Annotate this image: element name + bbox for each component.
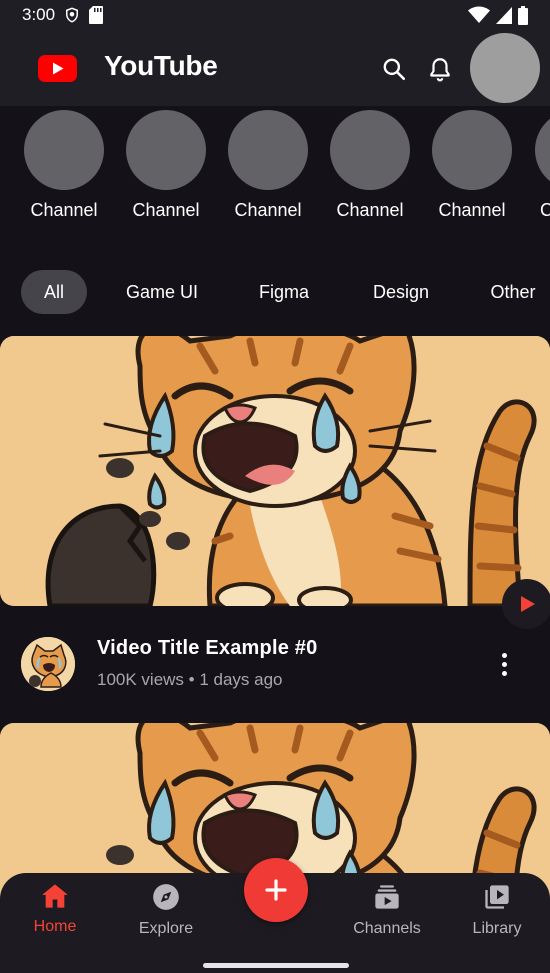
channel-label: Channel bbox=[30, 200, 98, 220]
youtube-logo-icon bbox=[38, 55, 77, 82]
video-title[interactable]: Video Title Example #0 bbox=[97, 637, 317, 660]
channel-avatar-placeholder bbox=[126, 110, 206, 190]
nav-library-label: Library bbox=[472, 920, 522, 937]
plus-icon bbox=[265, 879, 287, 901]
channel-avatar-placeholder bbox=[24, 110, 104, 190]
cellular-signal-icon bbox=[496, 7, 512, 24]
status-right bbox=[468, 5, 528, 25]
nav-explore[interactable]: Explore bbox=[121, 883, 211, 938]
channel-label: Channel bbox=[438, 200, 506, 220]
more-dot bbox=[501, 661, 507, 667]
chip-game-ui[interactable]: Game UI bbox=[113, 270, 211, 314]
search-button[interactable] bbox=[378, 53, 410, 85]
compass-icon bbox=[153, 884, 179, 910]
status-time: 3:00 bbox=[22, 5, 56, 24]
chip-other[interactable]: Other bbox=[478, 270, 548, 314]
create-button[interactable] bbox=[244, 858, 308, 922]
channel-item[interactable]: Channel bbox=[23, 110, 105, 221]
channel-label: Channel bbox=[132, 200, 200, 220]
nav-home-label: Home bbox=[33, 918, 77, 935]
channel-label: Channel bbox=[336, 200, 404, 220]
subscriptions-icon bbox=[375, 885, 399, 909]
play-button[interactable] bbox=[502, 579, 550, 629]
nav-channels-label: Channels bbox=[353, 920, 421, 937]
crying-cat-illustration bbox=[0, 336, 550, 606]
search-icon bbox=[383, 58, 406, 81]
library-icon bbox=[485, 885, 509, 909]
nav-library[interactable]: Library bbox=[452, 883, 542, 938]
channel-avatar-placeholder bbox=[535, 110, 550, 190]
channel-item[interactable]: Channel bbox=[227, 110, 309, 221]
nav-explore-label: Explore bbox=[138, 920, 194, 937]
video-channel-avatar[interactable] bbox=[21, 637, 75, 691]
wifi-icon bbox=[468, 6, 490, 23]
video-meta: 100K views • 1 days ago bbox=[97, 670, 283, 689]
channel-label: Channel bbox=[234, 200, 302, 220]
bell-icon bbox=[430, 58, 450, 82]
channel-item[interactable]: Channel bbox=[125, 110, 207, 221]
more-options-button[interactable] bbox=[490, 649, 518, 679]
chip-design[interactable]: Design bbox=[358, 270, 444, 314]
filter-chips: All Game UI Figma Design Other bbox=[0, 270, 550, 314]
sd-card-icon bbox=[89, 6, 104, 24]
status-bar: 3:00 bbox=[0, 0, 550, 30]
channel-label: C bbox=[540, 200, 550, 220]
crying-cat-avatar-icon bbox=[21, 637, 75, 691]
chip-figma[interactable]: Figma bbox=[244, 270, 324, 314]
notifications-button[interactable] bbox=[424, 53, 456, 85]
play-icon bbox=[521, 596, 535, 612]
channel-item[interactable]: Channel bbox=[329, 110, 411, 221]
nav-channels[interactable]: Channels bbox=[342, 883, 432, 938]
home-icon bbox=[42, 884, 68, 908]
account-avatar[interactable] bbox=[470, 33, 540, 103]
nav-home[interactable]: Home bbox=[10, 883, 100, 936]
channel-avatar-placeholder bbox=[432, 110, 512, 190]
channel-avatar-placeholder bbox=[330, 110, 410, 190]
chip-all[interactable]: All bbox=[21, 270, 87, 314]
app-bar: YouTube bbox=[0, 30, 550, 106]
channel-avatar-placeholder bbox=[228, 110, 308, 190]
channels-row: Channel Channel Channel Channel Channel … bbox=[0, 106, 550, 236]
status-left: 3:00 bbox=[22, 5, 104, 25]
more-dot bbox=[501, 652, 507, 658]
shield-icon bbox=[66, 7, 79, 23]
app-title: YouTube bbox=[104, 50, 218, 81]
more-dot bbox=[501, 670, 507, 676]
channel-item[interactable]: C bbox=[533, 110, 550, 221]
home-indicator[interactable] bbox=[203, 963, 349, 968]
channel-item[interactable]: Channel bbox=[431, 110, 513, 221]
video-thumbnail[interactable] bbox=[0, 336, 550, 606]
battery-icon bbox=[518, 5, 528, 25]
